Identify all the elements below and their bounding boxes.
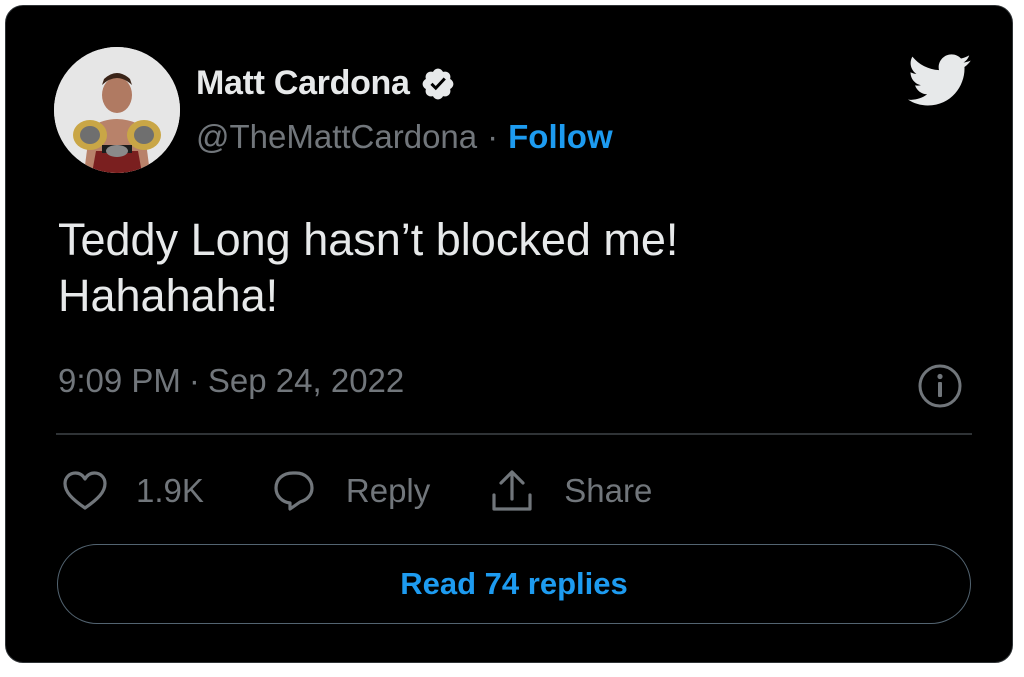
tweet-text: Teddy Long hasn’t blocked me! Hahahaha! bbox=[58, 212, 678, 324]
follow-link[interactable]: Follow bbox=[508, 118, 612, 156]
verified-badge-icon bbox=[422, 68, 454, 99]
share-button[interactable]: Share bbox=[488, 468, 652, 514]
timestamp-separator: · bbox=[188, 362, 200, 399]
heart-icon bbox=[63, 471, 107, 510]
info-icon[interactable] bbox=[916, 362, 964, 410]
author-row: Matt Cardona bbox=[196, 64, 456, 103]
author-display-name[interactable]: Matt Cardona bbox=[196, 64, 410, 103]
avatar[interactable] bbox=[54, 47, 180, 173]
read-replies-button[interactable]: Read 74 replies bbox=[57, 544, 971, 624]
tweet-text-line: Hahahaha! bbox=[58, 270, 279, 321]
speech-bubble-icon bbox=[274, 471, 314, 511]
share-label: Share bbox=[564, 472, 653, 509]
action-bar: 1.9K Reply Share bbox=[62, 468, 652, 514]
share-icon bbox=[492, 470, 532, 511]
reply-label: Reply bbox=[345, 472, 431, 509]
author-handle[interactable]: @TheMattCardona bbox=[196, 118, 477, 156]
tweet-date: Sep 24, 2022 bbox=[207, 362, 405, 399]
tweet-text-line: Teddy Long hasn’t blocked me! bbox=[58, 214, 679, 265]
tweet-timestamp[interactable]: 9:09 PM · Sep 24, 2022 bbox=[58, 362, 404, 400]
like-count: 1.9K bbox=[136, 472, 204, 509]
handle-row: @TheMattCardona · Follow bbox=[196, 118, 613, 156]
divider bbox=[56, 433, 972, 435]
reply-button[interactable]: Reply bbox=[270, 469, 430, 513]
tweet-time: 9:09 PM bbox=[58, 362, 181, 399]
tweet-card: Matt Cardona @TheMattCardona · Follow Te… bbox=[5, 5, 1013, 663]
like-button[interactable]: 1.9K bbox=[62, 470, 204, 512]
twitter-bird-icon[interactable] bbox=[908, 52, 972, 110]
handle-separator: · bbox=[487, 118, 499, 155]
